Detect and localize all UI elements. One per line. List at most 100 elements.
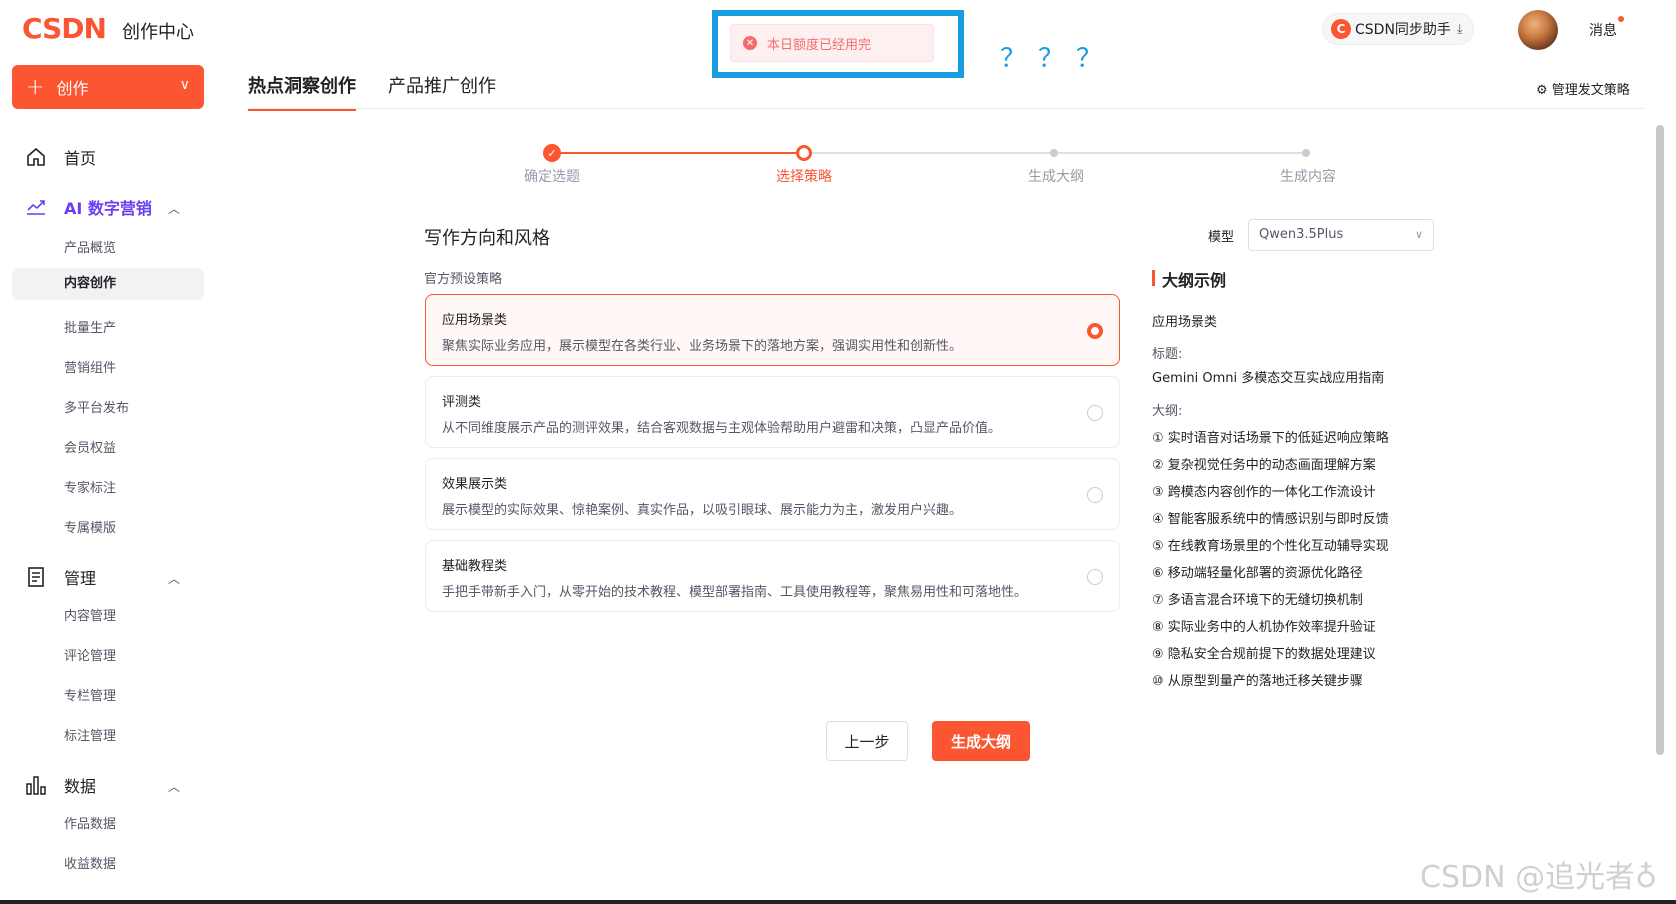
sidebar-group-data[interactable]: 数据: [24, 773, 96, 797]
sidebar-group-manage[interactable]: 管理: [24, 565, 96, 589]
tab-hot-insight[interactable]: 热点洞察创作: [248, 72, 356, 111]
card-title: 基础教程类: [442, 559, 508, 574]
step-label-confirm-topic: 确定选题: [524, 169, 580, 185]
model-value: Qwen3.5Plus: [1259, 227, 1344, 242]
error-toast: ✕ 本日额度已经用完: [730, 24, 934, 62]
sidebar-item-multi-platform[interactable]: 多平台发布: [64, 397, 129, 416]
steps-progress-done: [552, 152, 804, 154]
radio-unselected[interactable]: [1087, 405, 1103, 421]
creator-center-title: 创作中心: [122, 22, 194, 43]
step-label-generate-outline: 生成大纲: [1028, 169, 1084, 185]
sidebar-item-home[interactable]: 首页: [24, 145, 96, 169]
plus-icon: +: [26, 74, 45, 100]
chevron-up-icon[interactable]: ︿: [168, 570, 180, 587]
step-current-dot: [796, 145, 812, 161]
outline-item: ⑦ 多语言混合环境下的无缝切换机制: [1152, 593, 1363, 608]
chevron-down-icon: ∨: [1414, 228, 1423, 241]
strategy-card-review[interactable]: 评测类 从不同维度展示产品的测评效果，结合客观数据与主观体验帮助用户避雷和决策，…: [425, 376, 1120, 448]
home-icon: [24, 145, 48, 169]
outline-item: ⑥ 移动端轻量化部署的资源优化路径: [1152, 566, 1363, 581]
card-title: 应用场景类: [442, 313, 508, 328]
error-x-icon: ✕: [743, 36, 757, 50]
tabs-divider: [248, 108, 1644, 109]
sidebar-item-column-manage[interactable]: 专栏管理: [64, 685, 116, 704]
outline-accent-bar: [1152, 270, 1155, 286]
sidebar-home-label: 首页: [64, 149, 97, 168]
strategy-card-application[interactable]: 应用场景类 聚焦实际业务应用，展示模型在各类行业、业务场景下的落地方案，强调实用…: [425, 294, 1120, 366]
sidebar-item-works-data[interactable]: 作品数据: [64, 813, 116, 832]
sidebar-item-content-creation[interactable]: 内容创作: [12, 268, 204, 300]
outline-item: ① 实时语音对话场景下的低延迟响应策略: [1152, 431, 1389, 446]
outline-category: 应用场景类: [1152, 315, 1218, 330]
outline-item: ③ 跨模态内容创作的一体化工作流设计: [1152, 485, 1376, 500]
radio-unselected[interactable]: [1087, 569, 1103, 585]
sidebar-ai-label: AI 数字营销: [64, 199, 152, 218]
card-title: 效果展示类: [442, 477, 508, 492]
toast-text: 本日额度已经用完: [767, 37, 872, 53]
outline-title-label: 标题:: [1152, 347, 1183, 362]
sidebar-item-product-overview[interactable]: 产品概览: [64, 237, 116, 256]
outline-item: ⑨ 隐私安全合规前提下的数据处理建议: [1152, 647, 1376, 662]
card-desc: 展示模型的实际效果、惊艳案例、真实作品，以吸引眼球、展示能力为主，激发用户兴趣。: [442, 503, 963, 518]
bar-chart-icon: [24, 773, 48, 797]
sidebar-item-member-benefits[interactable]: 会员权益: [64, 437, 116, 456]
card-desc: 聚焦实际业务应用，展示模型在各类行业、业务场景下的落地方案，强调实用性和创新性。: [442, 339, 963, 354]
sidebar-group-ai-marketing[interactable]: AI 数字营销: [24, 195, 152, 219]
sidebar-item-batch-production[interactable]: 批量生产: [64, 317, 116, 336]
manage-strategy-link[interactable]: ⚙ 管理发文策略: [1536, 79, 1630, 98]
outline-item: ④ 智能客服系统中的情感识别与即时反馈: [1152, 512, 1389, 527]
preset-strategy-label: 官方预设策略: [424, 272, 503, 287]
radio-unselected[interactable]: [1087, 487, 1103, 503]
radio-selected[interactable]: [1087, 323, 1103, 339]
step-label-select-strategy: 选择策略: [776, 169, 832, 185]
csdn-sync-assistant-button[interactable]: C CSDN同步助手 ⤓: [1322, 13, 1474, 45]
card-title: 评测类: [442, 395, 482, 410]
trend-chart-icon: [24, 195, 48, 219]
sidebar-item-expert-annotation[interactable]: 专家标注: [64, 477, 116, 496]
download-icon: ⤓: [1456, 21, 1463, 37]
outline-item: ⑧ 实际业务中的人机协作效率提升验证: [1152, 620, 1376, 635]
strategy-card-showcase[interactable]: 效果展示类 展示模型的实际效果、惊艳案例、真实作品，以吸引眼球、展示能力为主，激…: [425, 458, 1120, 530]
strategy-card-tutorial[interactable]: 基础教程类 手把手带新手入门，从零开始的技术教程、模型部署指南、工具使用教程等，…: [425, 540, 1120, 612]
csdn-watermark: CSDN @追光者♁: [1420, 860, 1658, 895]
model-label: 模型: [1208, 230, 1235, 245]
step-pending-dot: [1050, 149, 1058, 157]
outline-items-label: 大纲:: [1152, 404, 1183, 419]
sidebar-item-annotation-manage[interactable]: 标注管理: [64, 725, 116, 744]
step-pending-dot: [1302, 149, 1310, 157]
outline-item: ⑩ 从原型到量产的落地迁移关键步骤: [1152, 674, 1363, 689]
sidebar-item-marketing-components[interactable]: 营销组件: [64, 357, 116, 376]
generate-outline-button[interactable]: 生成大纲: [932, 721, 1030, 761]
create-label: 创作: [56, 79, 89, 98]
sidebar-data-label: 数据: [64, 777, 97, 796]
csdn-c-icon: C: [1331, 19, 1351, 39]
annotation-question-marks: ？？？: [1000, 44, 1115, 74]
chevron-up-icon[interactable]: ︿: [168, 778, 180, 795]
manage-strategy-label: 管理发文策略: [1551, 83, 1630, 98]
sidebar-item-exclusive-template[interactable]: 专属模版: [64, 517, 116, 536]
sidebar-item-income-data[interactable]: 收益数据: [64, 853, 116, 872]
outline-example-headline: Gemini Omni 多模态交互实战应用指南: [1152, 371, 1385, 386]
tab-product-promotion[interactable]: 产品推广创作: [388, 72, 496, 111]
sidebar-item-comment-manage[interactable]: 评论管理: [64, 645, 116, 664]
page-scrollbar[interactable]: [1656, 125, 1664, 755]
card-desc: 手把手带新手入门，从零开始的技术教程、模型部署指南、工具使用教程等，聚焦易用性和…: [442, 585, 1028, 600]
step-label-generate-content: 生成内容: [1280, 169, 1336, 185]
window-bottom-edge: [0, 900, 1676, 904]
avatar[interactable]: [1518, 10, 1558, 50]
sidebar-manage-label: 管理: [64, 569, 97, 588]
section-title: 写作方向和风格: [424, 228, 550, 249]
chevron-down-icon: ∨: [179, 77, 190, 93]
csdn-logo[interactable]: CSDN: [22, 12, 107, 45]
sidebar-item-content-manage[interactable]: 内容管理: [64, 605, 116, 624]
chevron-up-icon[interactable]: ︿: [168, 200, 180, 217]
create-button[interactable]: + 创作 ∨: [12, 65, 204, 109]
outline-item: ⑤ 在线教育场景里的个性化互动辅导实现: [1152, 539, 1389, 554]
outline-item: ② 复杂视觉任务中的动态画面理解方案: [1152, 458, 1376, 473]
gear-icon: ⚙: [1536, 83, 1548, 98]
model-select[interactable]: Qwen3.5Plus ∨: [1248, 219, 1434, 251]
step-done-check-icon: ✓: [543, 144, 561, 162]
messages-link[interactable]: 消息: [1589, 20, 1617, 40]
previous-step-button[interactable]: 上一步: [826, 721, 908, 761]
outline-example-title: 大纲示例: [1162, 271, 1227, 290]
